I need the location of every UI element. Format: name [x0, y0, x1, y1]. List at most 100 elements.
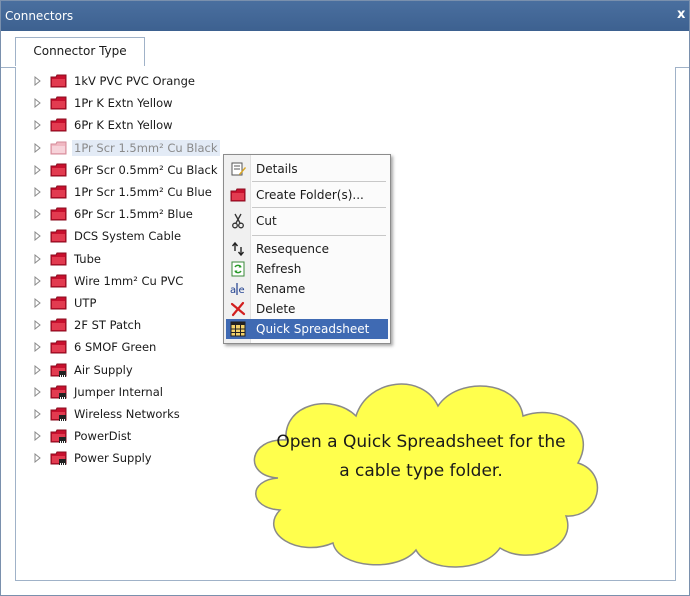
tree-item[interactable]: DCS System Cable — [15, 225, 183, 247]
folder-icon — [50, 118, 67, 132]
tree-item-label: PowerDist — [74, 429, 132, 444]
tree-item[interactable]: 1kV PVC PVC Orange — [15, 70, 197, 92]
menu-item-label: Cut — [256, 214, 277, 228]
tree-item-label: 6 SMOF Green — [74, 340, 157, 355]
expand-arrow-icon[interactable] — [34, 364, 44, 375]
tree-item[interactable]: Wireless Networks — [15, 403, 182, 425]
menu-item-label: Resequence — [256, 242, 330, 256]
tree-item[interactable]: UTP — [15, 292, 98, 314]
tree-item[interactable]: 6Pr K Extn Yellow — [15, 114, 175, 136]
expand-arrow-icon[interactable] — [34, 298, 44, 308]
tree-item[interactable]: Wire 1mm² Cu PVC — [15, 270, 185, 292]
tree-item[interactable]: 6Pr Scr 1.5mm² Blue — [15, 203, 195, 225]
menu-item-label: Rename — [256, 282, 306, 296]
folder-icon — [50, 185, 67, 199]
tree-item[interactable]: PowerDist — [15, 425, 133, 447]
tree-item-label: Wireless Networks — [74, 407, 180, 421]
tree-item[interactable]: 1Pr Scr 1.5mm² Cu Black — [15, 137, 220, 159]
tree-item[interactable]: Air Supply — [15, 359, 135, 381]
expand-arrow-icon[interactable] — [34, 187, 44, 197]
tree-item-label: 6Pr Scr 0.5mm² Cu Black — [74, 162, 218, 177]
tree-item[interactable]: 6 SMOF Green — [15, 336, 158, 358]
menu-item-delete[interactable]: Delete — [226, 299, 388, 319]
tree-item-label: 1kV PVC PVC Orange — [74, 74, 195, 88]
expand-arrow-icon[interactable] — [34, 409, 44, 419]
connector-folder-icon — [50, 385, 67, 399]
expand-arrow-icon[interactable] — [34, 342, 44, 353]
delete-icon — [230, 301, 246, 317]
connector-folder-icon — [50, 451, 67, 466]
tree-item[interactable]: 1Pr Scr 1.5mm² Cu Blue — [15, 181, 214, 203]
tree-item-label: Power Supply — [74, 451, 152, 466]
tree-item[interactable]: 2F ST Patch — [15, 314, 143, 336]
menu-item-rename[interactable]: ae Rename — [226, 279, 388, 299]
expand-arrow-icon[interactable] — [34, 253, 44, 264]
expand-arrow-icon[interactable] — [34, 231, 44, 242]
menu-item-quick-spreadsheet[interactable]: Quick Spreadsheet — [226, 319, 388, 339]
svg-text:e: e — [239, 285, 245, 296]
context-menu: Details Create Folder(s)... Cut Resequen… — [223, 154, 391, 344]
tree-item[interactable]: Power Supply — [15, 447, 154, 469]
expand-arrow-icon[interactable] — [34, 275, 44, 286]
menu-item-details[interactable]: Details — [226, 159, 388, 179]
menu-item-resequence[interactable]: Resequence — [226, 239, 388, 259]
expand-arrow-icon[interactable] — [34, 76, 44, 86]
menu-item-label: Quick Spreadsheet — [256, 322, 370, 336]
folder-icon — [50, 252, 67, 266]
details-icon — [230, 161, 246, 177]
folder-icon — [50, 318, 67, 332]
connector-folder-icon — [50, 429, 67, 444]
tree-item-label: DCS System Cable — [74, 229, 182, 244]
menu-item-label: Refresh — [256, 262, 302, 276]
tree-item[interactable]: 6Pr Scr 0.5mm² Cu Black — [15, 159, 220, 181]
rename-icon: ae — [230, 281, 246, 297]
menu-separator — [252, 235, 386, 236]
expand-arrow-icon[interactable] — [34, 453, 44, 464]
tree-item-label: Air Supply — [74, 362, 133, 377]
resequence-icon — [230, 241, 246, 257]
expand-arrow-icon[interactable] — [34, 164, 44, 175]
menu-separator — [252, 181, 386, 182]
menu-item-label: Create Folder(s)... — [256, 188, 364, 202]
expand-arrow-icon[interactable] — [34, 209, 44, 220]
folder-icon — [50, 141, 67, 155]
tree-item-label: 1Pr Scr 1.5mm² Cu Black — [72, 139, 220, 156]
close-icon[interactable]: x — [677, 7, 685, 22]
spreadsheet-icon — [230, 321, 246, 337]
tree-item[interactable]: Tube — [15, 248, 103, 270]
tree-item-label: 6Pr K Extn Yellow — [74, 118, 173, 133]
menu-item-label: Details — [256, 162, 298, 176]
expand-arrow-icon[interactable] — [34, 98, 44, 109]
expand-arrow-icon[interactable] — [34, 431, 44, 442]
expand-arrow-icon[interactable] — [34, 120, 44, 131]
expand-arrow-icon[interactable] — [34, 386, 44, 397]
menu-item-create-folder[interactable]: Create Folder(s)... — [226, 185, 388, 205]
svg-text:a: a — [230, 285, 236, 296]
menu-item-refresh[interactable]: Refresh — [226, 259, 388, 279]
folder-icon — [50, 207, 67, 221]
folder-icon — [50, 163, 67, 177]
folder-icon — [50, 74, 67, 88]
folder-icon — [50, 296, 67, 310]
folder-icon — [50, 340, 67, 354]
tree-item-label: Wire 1mm² Cu PVC — [74, 273, 184, 288]
menu-item-label: Delete — [256, 302, 296, 316]
tab-connector-type[interactable]: Connector Type — [15, 37, 145, 66]
tree-item[interactable]: 1Pr K Extn Yellow — [15, 92, 175, 114]
menu-separator — [252, 207, 386, 208]
tree-item[interactable]: Jumper Internal — [15, 381, 165, 403]
expand-arrow-icon[interactable] — [34, 142, 44, 153]
window-title: Connectors — [5, 9, 74, 23]
scissors-icon — [230, 213, 246, 229]
tree-item-label: Tube — [74, 251, 101, 266]
refresh-icon — [230, 261, 246, 277]
tree-item-label: 1Pr K Extn Yellow — [74, 96, 173, 111]
menu-item-cut[interactable]: Cut — [226, 211, 388, 231]
tree-item-label: 6Pr Scr 1.5mm² Blue — [74, 207, 193, 222]
title-bar[interactable]: Connectors x — [1, 1, 689, 31]
folder-icon — [50, 96, 67, 110]
expand-arrow-icon[interactable] — [34, 320, 44, 331]
connector-folder-icon — [50, 363, 67, 377]
tree-item-label: Jumper Internal — [74, 384, 163, 399]
callout-text: Open a Quick Spreadsheet for the a cable… — [276, 432, 566, 481]
